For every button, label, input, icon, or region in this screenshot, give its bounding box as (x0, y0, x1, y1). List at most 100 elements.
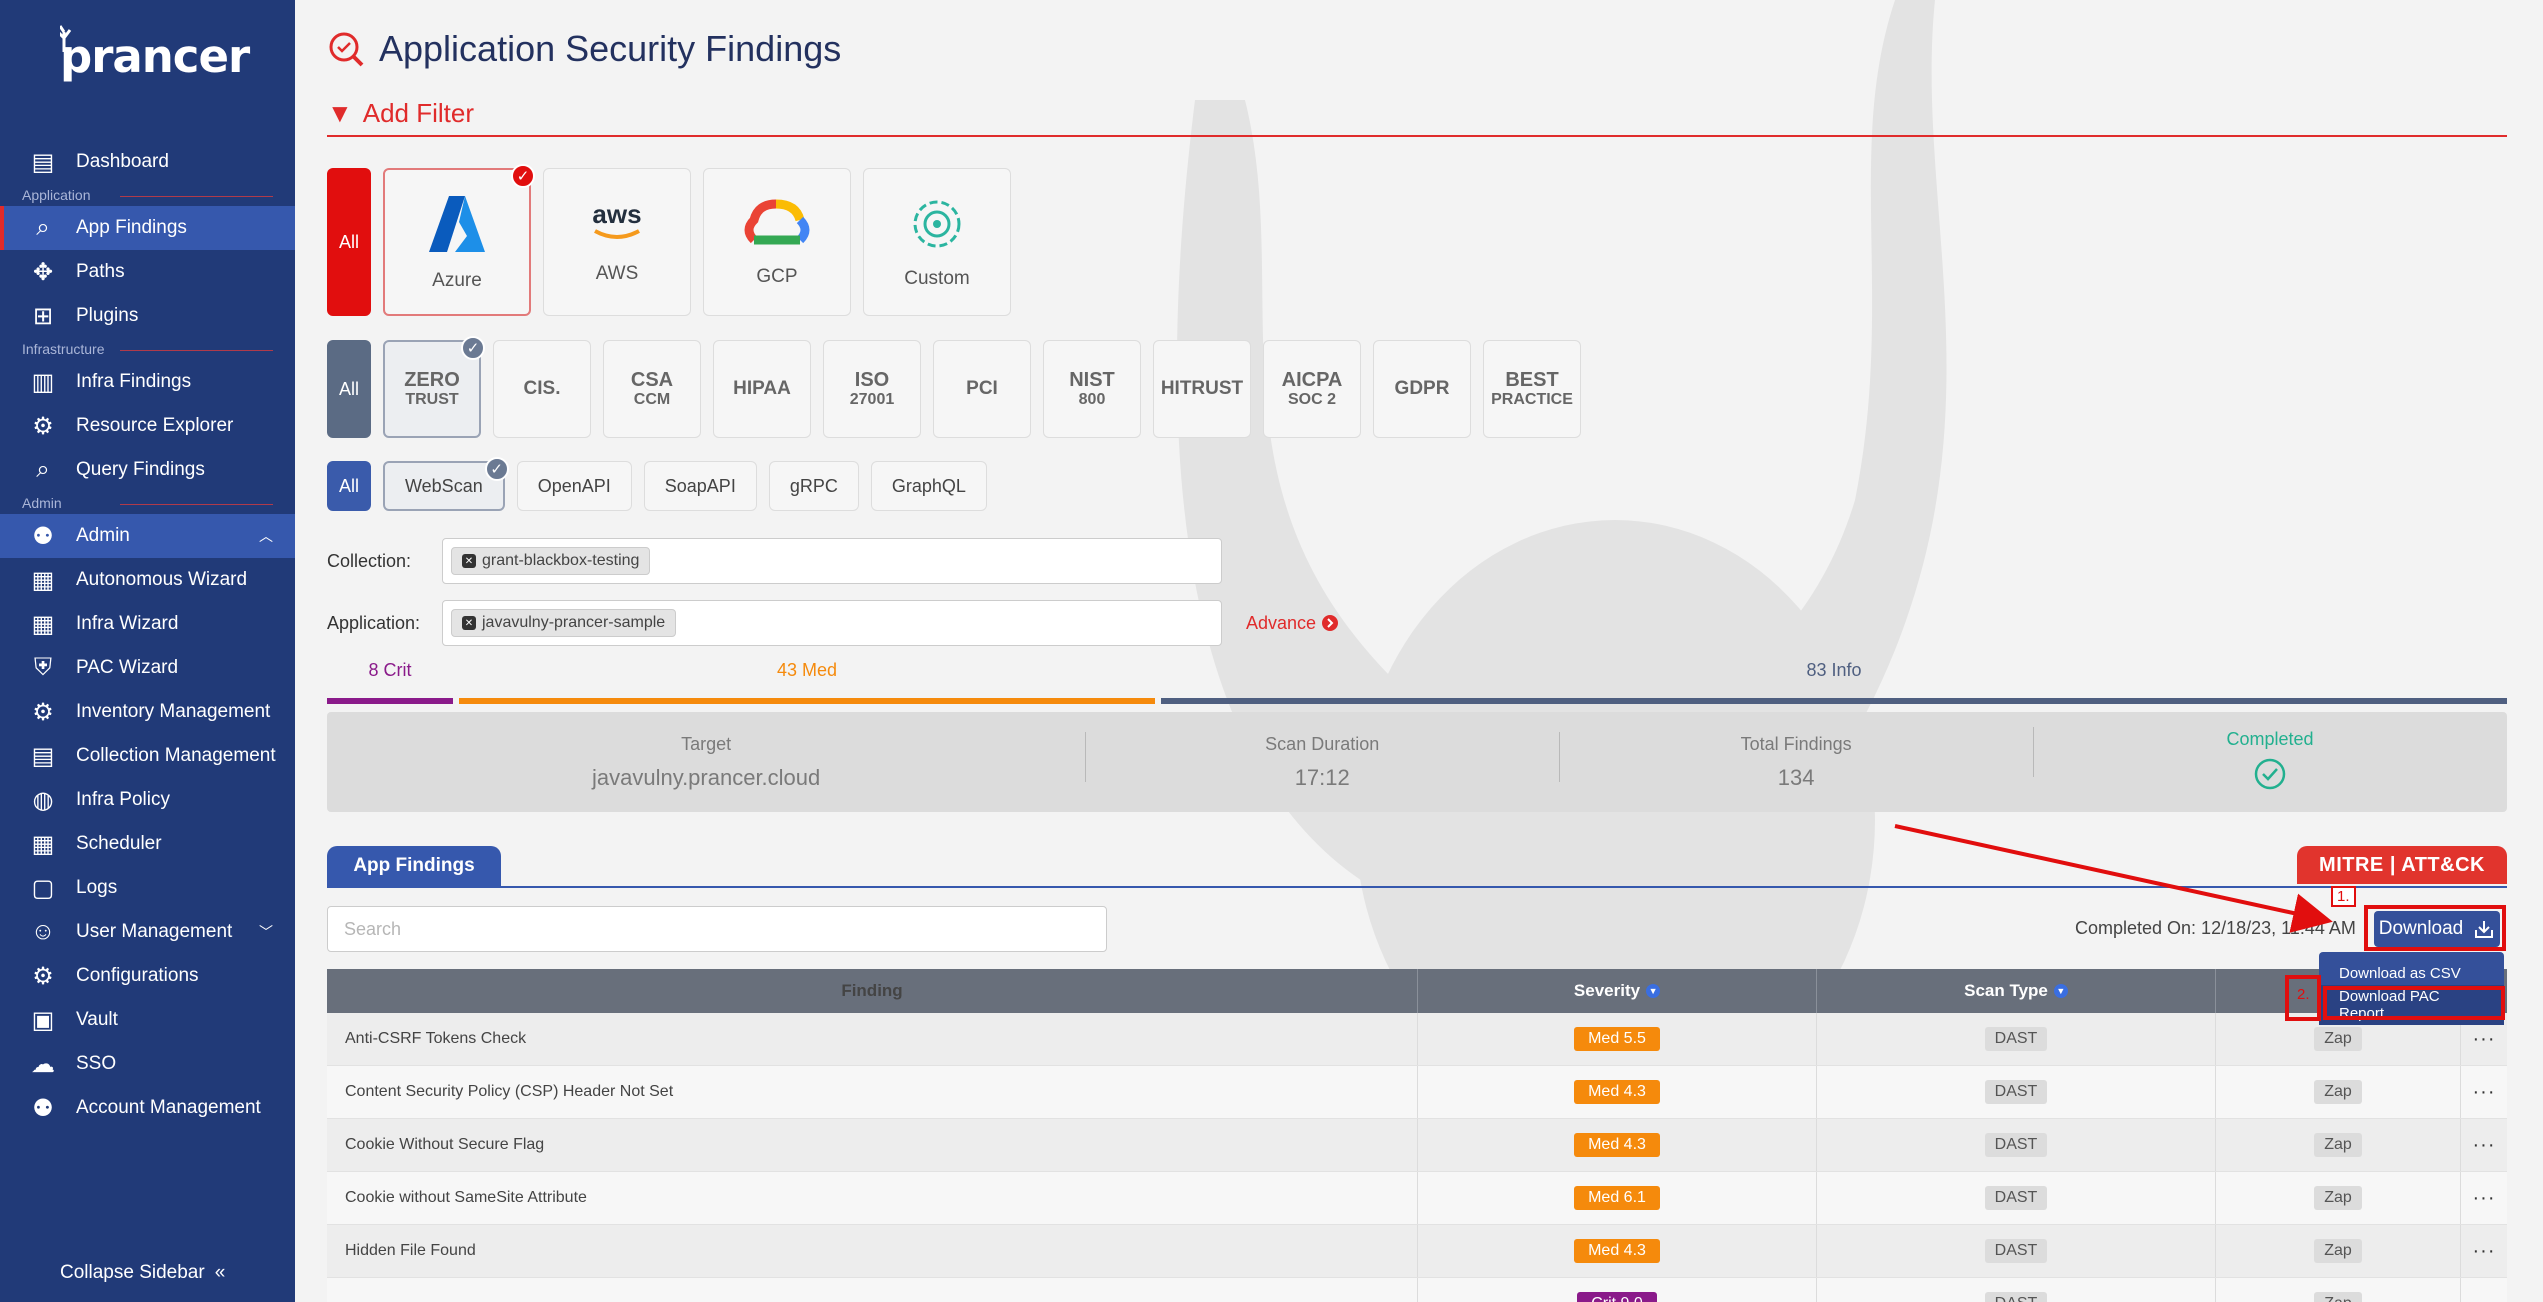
sidebar-item-user-management[interactable]: ☺ User Management ﹀ (0, 910, 295, 954)
collapse-sidebar-button[interactable]: Collapse Sidebar « (60, 1262, 225, 1284)
table-row[interactable]: Hidden File Found Med 4.3 DAST Zap ··· (327, 1225, 2507, 1278)
more-options-icon: ··· (2472, 1080, 2496, 1103)
severity-crit-segment[interactable]: 8 Crit (327, 660, 453, 704)
row-actions-menu[interactable]: ··· (2461, 1172, 2507, 1224)
sidebar-item-logs[interactable]: ▢ Logs (0, 866, 295, 910)
remove-tag-icon[interactable]: ✕ (462, 616, 476, 630)
sidebar-item-label: Paths (76, 261, 125, 282)
sidebar-item-account-management[interactable]: ⚉ Account Management (0, 1086, 295, 1130)
table-row[interactable]: Anti-CSRF Tokens Check Med 5.5 DAST Zap ··· (327, 1013, 2507, 1066)
mitre-attack-button[interactable]: MITRE | ATT&CK (2297, 846, 2507, 884)
scan-type-badge: DAST (1984, 1292, 2048, 1302)
check-icon: ✓ (484, 457, 509, 481)
compliance-cis[interactable]: CIS. (493, 340, 591, 438)
sidebar-item-scheduler[interactable]: ▦ Scheduler (0, 822, 295, 866)
all-clouds-button[interactable]: All (327, 168, 371, 316)
row-actions-menu[interactable]: ··· (2461, 1225, 2507, 1277)
cloud-gcp[interactable]: GCP (703, 168, 851, 316)
scan-type-graphql[interactable]: GraphQL (870, 461, 987, 511)
add-filter-toggle[interactable]: ▼ Add Filter (327, 98, 2507, 137)
compliance-csa-ccm[interactable]: CSA CCM (603, 340, 701, 438)
cloud-azure[interactable]: Azure ✓ (383, 164, 535, 316)
application-select[interactable]: ✕ javavulny-prancer-sample (442, 600, 1222, 646)
chevron-down-icon[interactable]: ﹀ (259, 922, 273, 942)
table-row[interactable]: Cookie without SameSite Attribute Med 6.1… (327, 1172, 2507, 1225)
sidebar-item-dashboard[interactable]: ▤ Dashboard (0, 140, 295, 184)
compliance-gdpr[interactable]: GDPR (1373, 340, 1471, 438)
table-row[interactable]: Cookie Without Secure Flag Med 4.3 DAST Zap… (327, 1119, 2507, 1172)
prancer-logo[interactable]: prancer (60, 25, 250, 83)
severity-info-label: 83 Info (1806, 660, 1862, 680)
compliance-hipaa[interactable]: HIPAA (713, 340, 811, 438)
collection-select[interactable]: ✕ grant-blackbox-testing (442, 538, 1222, 584)
sidebar-item-app-findings[interactable]: ⌕ App Findings (0, 206, 295, 250)
compliance-hitrust[interactable]: HITRUST (1153, 340, 1251, 438)
cloud-custom[interactable]: Custom (863, 168, 1011, 316)
download-csv-item[interactable]: Download as CSV (2319, 962, 2504, 985)
sort-down-icon[interactable]: ▼ (1646, 984, 1661, 998)
sidebar-item-resource-explorer[interactable]: ⚙ Resource Explorer (0, 404, 295, 448)
row-actions-menu[interactable]: ··· (2461, 1119, 2507, 1171)
table-row[interactable]: Content Security Policy (CSP) Header Not… (327, 1066, 2507, 1119)
sidebar-item-query-findings[interactable]: ⌕ Query Findings (0, 448, 295, 492)
sidebar-item-plugins[interactable]: ⊞ Plugins (0, 294, 295, 338)
sidebar-item-inventory-management[interactable]: ⚙ Inventory Management (0, 690, 295, 734)
search-input[interactable] (327, 906, 1107, 952)
column-finding[interactable]: Finding (327, 969, 1418, 1013)
sidebar-item-sso[interactable]: ☁ SSO (0, 1042, 295, 1086)
finding-cell[interactable]: Cookie without SameSite Attribute (327, 1172, 1418, 1224)
sidebar-item-label: Admin (76, 525, 130, 546)
gcp-icon (744, 199, 810, 245)
sidebar-item-configurations[interactable]: ⚙ Configurations (0, 954, 295, 998)
finding-cell[interactable]: Hidden File Found (327, 1225, 1418, 1277)
sort-down-icon[interactable]: ▼ (2053, 984, 2068, 998)
finding-cell[interactable]: Content Security Policy (CSP) Header Not… (327, 1066, 1418, 1118)
compliance-best-practice[interactable]: BEST PRACTICE (1483, 340, 1581, 438)
compliance-aicpa-soc2[interactable]: AICPA SOC 2 (1263, 340, 1361, 438)
tool-badge: Zap (2314, 1186, 2362, 1210)
cloud-aws[interactable]: aws AWS (543, 168, 691, 316)
advance-link[interactable]: Advance (1246, 613, 1339, 634)
sidebar-item-collection-management[interactable]: ▤ Collection Management (0, 734, 295, 778)
table-row[interactable]: Crit 9.0 DAST Zap ··· (327, 1278, 2507, 1302)
column-scan-type[interactable]: Scan Type ▼ (1817, 969, 2216, 1013)
all-scan-types-button[interactable]: All (327, 461, 371, 511)
finding-name: Cookie without SameSite Attribute (345, 1189, 587, 1206)
sidebar-item-infra-policy[interactable]: ◍ Infra Policy (0, 778, 295, 822)
severity-cell: Med 5.5 (1418, 1013, 1817, 1065)
pac-wizard-icon: ⛨ (34, 654, 52, 681)
column-severity[interactable]: Severity ▼ (1418, 969, 1817, 1013)
compliance-nist-800[interactable]: NIST 800 (1043, 340, 1141, 438)
finding-cell[interactable]: Cookie Without Secure Flag (327, 1119, 1418, 1171)
row-actions-menu[interactable]: ··· (2461, 1066, 2507, 1118)
scan-type-webscan[interactable]: WebScan ✓ (383, 457, 509, 511)
sidebar-item-label: Configurations (76, 965, 199, 986)
chevron-up-icon[interactable]: ︿ (259, 526, 273, 546)
gdpr-logo-icon: GDPR (1395, 378, 1450, 400)
remove-tag-icon[interactable]: ✕ (462, 554, 476, 568)
compliance-iso-27001[interactable]: ISO 27001 (823, 340, 921, 438)
annotation-step-1: 1. (2331, 886, 2356, 907)
sidebar-item-autonomous-wizard[interactable]: ▦ Autonomous Wizard (0, 558, 295, 602)
row-actions-menu[interactable]: ··· (2461, 1278, 2507, 1302)
scan-type-soapapi[interactable]: SoapAPI (643, 461, 757, 511)
cloud-label: Custom (904, 268, 970, 289)
sidebar-item-infra-findings[interactable]: ▥ Infra Findings (0, 360, 295, 404)
sidebar-item-paths[interactable]: ✥ Paths (0, 250, 295, 294)
duration-value: 17:12 (1294, 764, 1350, 790)
finding-cell[interactable] (327, 1278, 1418, 1302)
scan-type-openapi[interactable]: OpenAPI (516, 461, 632, 511)
compliance-zero-trust[interactable]: ZERO TRUST ✓ (383, 336, 485, 438)
tab-app-findings[interactable]: App Findings (327, 846, 501, 886)
scan-type-grpc[interactable]: gRPC (768, 461, 859, 511)
severity-med-segment[interactable]: 43 Med (459, 660, 1155, 704)
severity-info-segment[interactable]: 83 Info (1161, 660, 2507, 704)
finding-cell[interactable]: Anti-CSRF Tokens Check (327, 1013, 1418, 1065)
sidebar-item-admin[interactable]: ⚉ Admin ︿ (0, 514, 295, 558)
sidebar-item-vault[interactable]: ▣ Vault (0, 998, 295, 1042)
compliance-pci[interactable]: PCI (933, 340, 1031, 438)
all-compliance-button[interactable]: All (327, 340, 371, 438)
iso-27001-logo-icon: ISO 27001 (850, 369, 895, 409)
sidebar-item-infra-wizard[interactable]: ▦ Infra Wizard (0, 602, 295, 646)
sidebar-item-pac-wizard[interactable]: ⛨ PAC Wizard (0, 646, 295, 690)
